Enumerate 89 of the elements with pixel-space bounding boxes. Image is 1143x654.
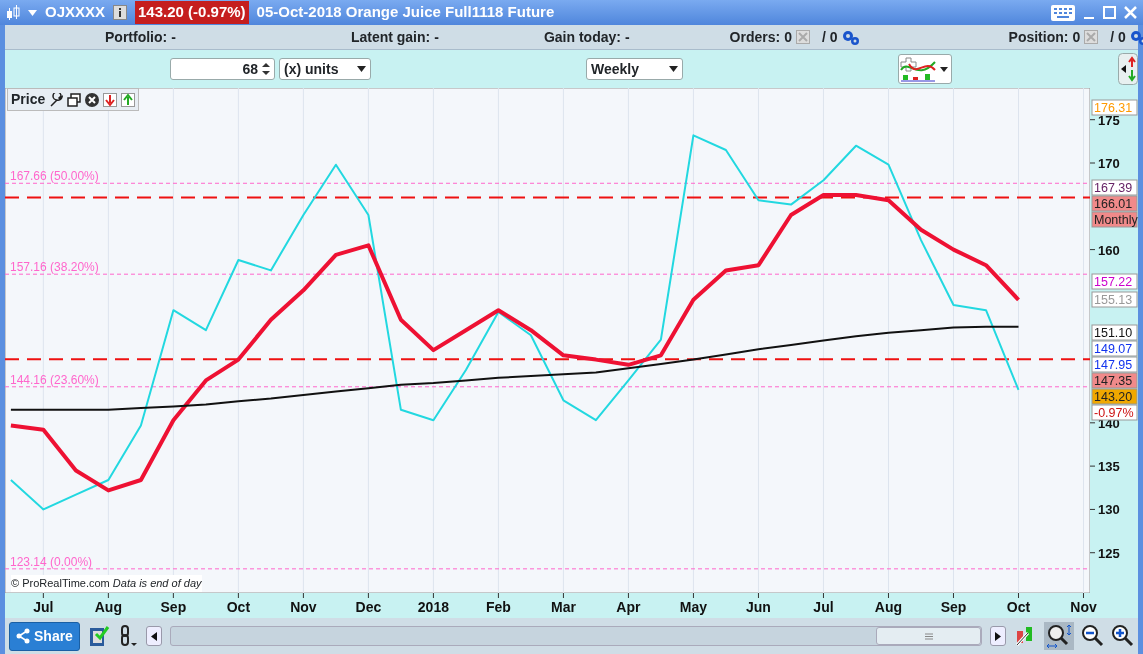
info-value: - (624, 27, 630, 47)
y-tick-label: 170 (1098, 156, 1120, 171)
info-icon[interactable] (113, 5, 128, 20)
x-tick-label: May (679, 599, 708, 615)
caret-right-icon (995, 631, 1001, 641)
x-tick-label: Sep (940, 599, 967, 615)
info-label: Orders: (729, 27, 781, 47)
arrow-down-icon[interactable] (103, 92, 118, 107)
price-tag: 147.35 (1091, 372, 1138, 389)
info-label: Portfolio: (105, 27, 168, 47)
y-tick-label: 160 (1098, 242, 1120, 258)
x-tick-label: Aug (874, 599, 903, 615)
chart-title: 05-Oct-2018 Orange Juice Full1118 Future (256, 2, 555, 23)
price-tag: 143.20 (1091, 388, 1138, 405)
scrollbar-thumb[interactable] (876, 627, 981, 645)
indicator-chart-icon[interactable] (899, 56, 937, 82)
price-tag: 147.95 (1091, 356, 1138, 373)
level-label: 144.16 (23.60%) (10, 372, 99, 387)
close-icon[interactable] (85, 92, 100, 107)
windows-icon[interactable] (67, 92, 82, 107)
keyboard-icon[interactable] (1051, 4, 1075, 21)
info-label: Gain today: (543, 27, 621, 47)
price-tag: 155.13 (1091, 291, 1138, 308)
info-value: / 0 (1110, 27, 1126, 47)
instrument-name: OJXXXX (45, 2, 106, 23)
zoom-fit-button[interactable] (1044, 622, 1074, 650)
price-tag: 167.39 (1091, 179, 1138, 196)
x-tick-label: Oct (1006, 599, 1031, 615)
x-tick-label: Aug (94, 599, 122, 615)
arrow-up-icon[interactable] (121, 92, 136, 107)
grip-icon (924, 632, 933, 640)
info-label: Latent gain: (350, 27, 431, 47)
magnifier-arrows-icon (1046, 624, 1072, 648)
candlestick-icon[interactable] (6, 4, 20, 21)
y-tick-label: 130 (1098, 502, 1120, 518)
x-tick-label: Oct (226, 599, 251, 615)
price-tag: -0.97% (1091, 404, 1138, 421)
price-tag: 176.31 (1091, 99, 1138, 116)
info-value: - (171, 27, 176, 47)
level-label: 167.66 (50.00%) (10, 169, 99, 184)
price-tag: 151.10 (1091, 324, 1138, 341)
price-badge: 143.20 (-0.97%) (135, 1, 249, 24)
x-tick-label: Jul (813, 599, 834, 615)
swap-arrows-icon[interactable] (1118, 53, 1138, 85)
y-tick-label: 135 (1098, 459, 1120, 475)
price-tag: Monthly (1091, 211, 1138, 228)
share-icon (16, 628, 30, 644)
spinner-icon[interactable] (262, 62, 270, 76)
settings-icon[interactable] (1129, 29, 1143, 45)
caret-icon[interactable] (357, 66, 366, 72)
indicators-button[interactable] (898, 54, 952, 84)
x-tick-label: Jun (746, 599, 771, 615)
quantity-field[interactable]: 68 (170, 58, 275, 80)
x-tick-label: Feb (485, 599, 511, 615)
zoom-in-icon[interactable] (1112, 625, 1134, 647)
scroll-right-button[interactable] (990, 626, 1006, 646)
info-value: 0 (784, 27, 792, 47)
info-value: / 0 (821, 27, 838, 47)
y-tick-label: 125 (1098, 545, 1120, 561)
x-tick-label: Apr (616, 599, 641, 615)
share-button[interactable]: Share (9, 621, 80, 651)
scrollbar-track[interactable] (169, 626, 982, 646)
x-tick-label: Sep (160, 599, 187, 615)
caret-icon[interactable] (669, 66, 678, 72)
x-tick-label: Nov (1070, 599, 1097, 615)
wrench-icon[interactable] (49, 92, 64, 107)
panel-title: Price (11, 90, 46, 109)
info-label: Position: (1008, 27, 1069, 47)
price-tag: 157.22 (1091, 273, 1138, 290)
period-dropdown[interactable]: Weekly (586, 58, 683, 80)
credit-text: © ProRealTime.com Data is end of day (11, 575, 202, 592)
settings-icon[interactable] (841, 29, 859, 45)
zoom-out-icon[interactable] (1082, 625, 1104, 647)
info-value: 0 (1072, 27, 1081, 47)
x-tick-label: 2018 (417, 599, 449, 615)
maximize-icon[interactable] (1103, 5, 1116, 20)
x-tick-label: Nov (290, 599, 317, 615)
x-tick-label: Jul (33, 599, 54, 615)
scroll-left-button[interactable] (145, 626, 162, 646)
x-tick-label: Mar (550, 599, 576, 615)
x-tick-label: Dec (355, 599, 382, 615)
price-tag: 166.01 (1091, 195, 1138, 212)
units-dropdown[interactable]: (x) units (279, 58, 371, 80)
level-label: 123.14 (0.00%) (10, 554, 93, 569)
price-tag: 149.07 (1091, 340, 1138, 357)
caret-left-icon (150, 631, 157, 641)
level-label: 157.16 (38.20%) (10, 260, 99, 275)
info-value: - (434, 27, 439, 47)
checklist-icon[interactable] (87, 624, 110, 648)
